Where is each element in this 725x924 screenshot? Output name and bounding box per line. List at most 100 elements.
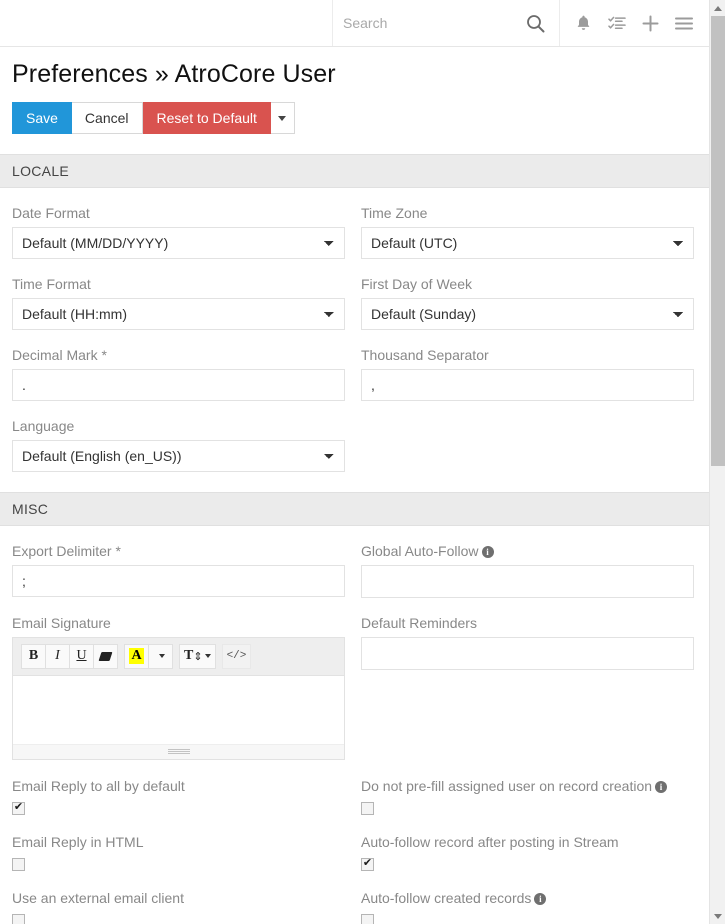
do-not-prefill-assigned-user-checkbox[interactable] (361, 802, 374, 816)
editor-resize-handle[interactable] (13, 743, 344, 759)
checkbox-label: Use an external email client (12, 889, 184, 906)
field-language: Language Default (English (en_US)) (12, 401, 345, 472)
caret-down-icon (278, 115, 287, 121)
field-auto-follow-created-records: Auto-follow created records i (361, 872, 694, 924)
field-label-text: Global Auto-Follow (361, 542, 479, 559)
remove-format-button[interactable] (93, 643, 118, 669)
highlight-group: A (124, 643, 173, 669)
underline-button[interactable]: U (69, 643, 94, 669)
email-reply-in-html-checkbox[interactable] (12, 858, 25, 872)
thousand-separator-input[interactable] (361, 368, 694, 401)
form-action-buttons: Save Cancel Reset to Default (12, 102, 709, 135)
hamburger-menu-icon[interactable] (675, 16, 693, 31)
search-input[interactable] (343, 15, 524, 31)
form-row: Date Format Default (MM/DD/YYYY) Time Zo… (12, 188, 694, 260)
field-email-reply-in-html: Email Reply in HTML (12, 816, 345, 872)
field-label: Export Delimiter * (12, 542, 121, 559)
time-format-select[interactable]: Default (HH:mm) (12, 298, 345, 331)
caret-down-icon (158, 654, 165, 659)
checkbox-label: Email Reply in HTML (12, 833, 144, 850)
save-button[interactable]: Save (12, 102, 72, 135)
navbar-icon-group (560, 0, 709, 46)
date-format-select[interactable]: Default (MM/DD/YYYY) (12, 227, 345, 260)
email-signature-body[interactable] (13, 675, 344, 744)
resize-grip-icon (167, 748, 190, 755)
tasks-icon[interactable] (608, 15, 626, 31)
highlight-dropdown-button[interactable] (148, 643, 173, 669)
checkbox-label: Auto-follow record after posting in Stre… (361, 833, 619, 850)
updown-arrow-icon: ⇕ (193, 650, 203, 663)
editor-toolbar: B I U A T ⇕ </> (13, 637, 344, 676)
italic-button[interactable]: I (45, 643, 70, 669)
code-view-button[interactable]: </> (221, 643, 252, 669)
email-signature-editor[interactable]: B I U A T ⇕ </> (12, 636, 345, 760)
panel-body-locale: Date Format Default (MM/DD/YYYY) Time Zo… (0, 188, 709, 492)
info-icon[interactable]: i (534, 892, 547, 905)
app-window: Preferences » AtroCore User Save Cancel … (0, 0, 725, 924)
text-style-group: B I U (21, 643, 118, 669)
field-label: Default Reminders (361, 614, 477, 631)
checkbox-label: Email Reply to all by default (12, 777, 185, 794)
navbar-brand-area (0, 0, 333, 46)
field-first-day-of-week: First Day of Week Default (Sunday) (361, 259, 694, 331)
global-search[interactable] (333, 0, 560, 46)
font-size-button[interactable]: T ⇕ (179, 643, 216, 669)
eraser-icon (98, 651, 113, 661)
time-zone-select[interactable]: Default (UTC) (361, 227, 694, 260)
scroll-down-button[interactable] (710, 908, 725, 924)
page-header: Preferences » AtroCore User (0, 47, 709, 90)
scrollbar-thumb[interactable] (711, 16, 725, 466)
field-use-external-email-client: Use an external email client (12, 872, 345, 924)
form-row: Email Signature B I U A T ⇕ </> Default … (12, 598, 694, 760)
language-select[interactable]: Default (English (en_US)) (12, 439, 345, 472)
field-time-format: Time Format Default (HH:mm) (12, 259, 345, 331)
text-highlight-button[interactable]: A (124, 643, 149, 669)
default-reminders-input[interactable] (361, 636, 694, 670)
font-size-icon: T (184, 648, 194, 664)
reset-to-default-button[interactable]: Reset to Default (142, 102, 271, 135)
cancel-button[interactable]: Cancel (71, 102, 143, 135)
triangle-down-icon (714, 913, 722, 919)
field-label: Language (12, 417, 75, 434)
field-label: Time Zone (361, 205, 428, 222)
highlight-a-icon: A (129, 648, 144, 665)
font-size-group: T ⇕ (179, 643, 216, 669)
global-auto-follow-input[interactable] (361, 564, 694, 598)
page-scrollbar[interactable] (709, 0, 725, 924)
field-date-format: Date Format Default (MM/DD/YYYY) (12, 188, 345, 260)
decimal-mark-input[interactable] (12, 368, 345, 401)
search-icon[interactable] (524, 14, 547, 33)
field-label: Thousand Separator (361, 347, 489, 364)
auto-follow-record-after-posting-checkbox[interactable] (361, 856, 374, 872)
reset-dropdown-toggle[interactable] (270, 102, 295, 135)
use-external-email-client-checkbox[interactable] (12, 914, 25, 924)
checkbox-label-text: Auto-follow created records (361, 889, 532, 906)
bold-button[interactable]: B (21, 643, 46, 669)
field-thousand-separator: Thousand Separator (361, 330, 694, 401)
info-icon[interactable]: i (655, 780, 668, 793)
first-day-of-week-select[interactable]: Default (Sunday) (361, 298, 694, 331)
panel-misc: MISC Export Delimiter * Global Auto-Foll… (0, 491, 709, 924)
page-title: Preferences » AtroCore User (12, 60, 336, 88)
email-reply-to-all-checkbox[interactable] (12, 800, 25, 816)
bell-icon[interactable] (575, 14, 592, 32)
field-label: First Day of Week (361, 276, 472, 293)
field-email-reply-to-all-by-default: Email Reply to all by default (12, 760, 345, 816)
panel-locale: LOCALE Date Format Default (MM/DD/YYYY) (0, 154, 709, 492)
info-icon[interactable]: i (481, 545, 494, 558)
field-export-delimiter: Export Delimiter * (12, 526, 345, 598)
auto-follow-created-records-checkbox[interactable] (361, 914, 374, 924)
code-group: </> (221, 643, 252, 669)
panel-header-locale: LOCALE (0, 154, 709, 189)
field-label: Email Signature (12, 614, 111, 631)
checkbox-label: Do not pre-fill assigned user on record … (361, 778, 694, 794)
panel-header-misc: MISC (0, 491, 709, 526)
field-label: Date Format (12, 205, 90, 222)
plus-icon[interactable] (642, 15, 659, 32)
checkbox-label-text: Do not pre-fill assigned user on record … (361, 777, 653, 794)
scroll-up-button[interactable] (710, 0, 725, 16)
field-label: Decimal Mark * (12, 347, 107, 364)
form-row: Decimal Mark * Thousand Separator (12, 330, 694, 401)
form-row: Use an external email client Auto-follow… (12, 872, 693, 924)
export-delimiter-input[interactable] (12, 564, 345, 597)
